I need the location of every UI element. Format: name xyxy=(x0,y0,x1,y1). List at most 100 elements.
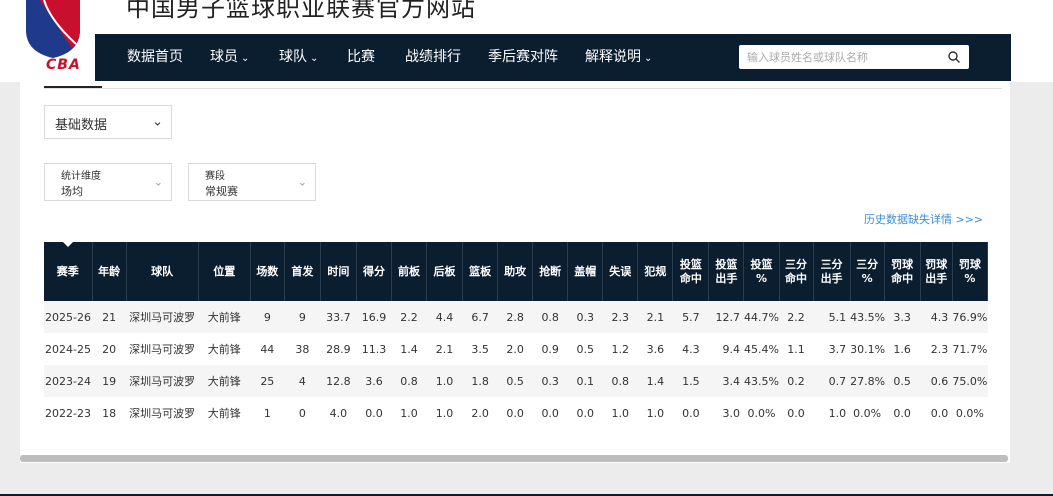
table-cell: 43.5% xyxy=(850,310,886,324)
data-type-select[interactable]: 基础数据 ⌄ xyxy=(44,105,172,139)
column-header[interactable]: 失误 xyxy=(602,242,639,301)
column-header[interactable]: 位置 xyxy=(198,242,251,301)
nav-label: 球员 xyxy=(210,49,238,65)
search-icon[interactable] xyxy=(947,50,961,64)
column-header[interactable]: 首发 xyxy=(284,242,321,301)
column-header[interactable]: 时间 xyxy=(320,242,357,301)
column-header-label: 篮板 xyxy=(469,264,492,278)
column-header[interactable]: 赛季 xyxy=(44,241,93,301)
history-data-link[interactable]: 历史数据缺失详情 >>> xyxy=(864,211,983,227)
table-row: 2024-25 20 深圳马可波罗 大前锋 44 38 28.9 11.3 1.4 2.1 3.5 2… xyxy=(44,333,988,365)
column-header[interactable]: 篮板 xyxy=(462,242,499,301)
table-cell: 0.0 xyxy=(506,406,524,420)
table-body: 2025-26 21 深圳马可波罗 大前锋 9 9 33.7 16.9 2.2 4.4 6.7 2.8… xyxy=(44,301,988,429)
column-header[interactable]: 投篮 命中 xyxy=(672,242,710,301)
table-row: 2023-24 19 深圳马可波罗 大前锋 25 4 12.8 3.6 0.8 1.0 1.8 0.5… xyxy=(44,365,988,397)
column-header-label: 罚球 xyxy=(958,257,981,271)
stage-select[interactable]: 赛段 常规赛 ⌄ xyxy=(188,163,316,201)
column-header[interactable]: 投篮% xyxy=(743,242,780,301)
column-header[interactable]: 球队 xyxy=(126,242,199,301)
column-header[interactable]: 三分% xyxy=(850,242,885,301)
table-cell: 0.1 xyxy=(576,374,594,388)
table-cell: 2.1 xyxy=(435,342,454,356)
column-header[interactable]: 后板 xyxy=(426,242,464,301)
table-cell: 深圳马可波罗 xyxy=(129,343,196,356)
nav-item-standings[interactable]: 战绩排行 xyxy=(405,34,461,81)
column-header[interactable]: 年龄 xyxy=(92,242,127,301)
nav-item-explanation[interactable]: 解释说明 ⌄ xyxy=(585,34,652,81)
nav-label: 比赛 xyxy=(347,49,375,65)
main-nav: 数据首页 球员 ⌄ 球队 ⌄ 比赛 战绩排行 季后赛对阵 解释说明 ⌄ xyxy=(95,34,1011,81)
column-header[interactable]: 罚球 命中 xyxy=(884,242,921,301)
column-header-label: % xyxy=(755,271,767,285)
column-header-label: 盖帽 xyxy=(574,264,597,278)
column-header[interactable]: 犯规 xyxy=(637,242,674,301)
column-header[interactable]: 助攻 xyxy=(497,242,534,301)
table-cell: 0.3 xyxy=(541,374,559,388)
nav-label: 数据首页 xyxy=(127,49,183,65)
table-cell: 1 xyxy=(263,406,271,420)
column-header-label: 前板 xyxy=(398,264,420,278)
table-cell: 11.3 xyxy=(361,342,387,356)
column-header-label: 抢断 xyxy=(539,264,562,278)
stats-table: 赛季 年龄 球队 位置 场数 首发 时间 得分 前板 后板 篮板 助攻 抢断 盖帽 失误 犯规 投篮 命中 投篮 出手… xyxy=(44,241,989,429)
column-header[interactable]: 盖帽 xyxy=(567,242,604,301)
column-header[interactable]: 三分 命中 xyxy=(779,242,814,301)
table-cell: 25 xyxy=(260,374,275,388)
column-header[interactable]: 罚球% xyxy=(952,242,989,301)
table-cell: 4 xyxy=(298,374,306,388)
nav-item-home[interactable]: 数据首页 xyxy=(127,34,183,81)
stats-panel: 基础数据 ⌄ 统计维度 场均 ⌄ 赛段 常规赛 ⌄ 历史数据缺失详情 >>> 赛… xyxy=(20,82,1010,463)
column-header-label: 罚球 xyxy=(891,257,914,271)
table-cell: 0.6 xyxy=(930,374,949,388)
active-tab-indicator xyxy=(44,86,102,88)
column-header[interactable]: 得分 xyxy=(356,242,392,301)
column-header-label: 赛季 xyxy=(56,264,79,278)
table-cell: 0.0 xyxy=(893,406,911,420)
table-cell: 76.9% xyxy=(952,310,988,324)
table-cell: 2.2 xyxy=(400,310,418,324)
table-cell: 2.0 xyxy=(506,342,524,356)
nav-item-games[interactable]: 比赛 xyxy=(347,34,375,81)
nav-label: 战绩排行 xyxy=(405,49,461,65)
table-cell: 0.7 xyxy=(828,374,847,388)
nav-item-players[interactable]: 球员 ⌄ xyxy=(210,34,249,81)
column-header-label: 三分 xyxy=(820,257,843,271)
column-header[interactable]: 投篮 出手 xyxy=(708,242,745,301)
column-header-label: 出手 xyxy=(925,271,948,285)
site-title: 中国男子篮球职业联赛官方网站 xyxy=(126,0,476,22)
chevron-down-icon: ⌄ xyxy=(241,53,250,64)
table-cell: 28.9 xyxy=(326,342,351,356)
nav-item-playoffs[interactable]: 季后赛对阵 xyxy=(488,34,558,81)
search-input[interactable] xyxy=(747,45,937,69)
column-header-label: % xyxy=(861,271,873,285)
nav-item-teams[interactable]: 球队 ⌄ xyxy=(279,34,318,81)
table-cell: 21 xyxy=(102,310,117,324)
table-cell: 1.0 xyxy=(828,406,847,420)
chevron-down-icon: ⌄ xyxy=(310,53,319,64)
table-row: 2022-23 18 深圳马可波罗 大前锋 1 0 4.0 0.0 1.0 1.0 2.0 0.0 0.… xyxy=(44,397,988,429)
column-header[interactable]: 抢断 xyxy=(532,242,569,301)
cba-logo[interactable]: CBA xyxy=(20,0,86,76)
table-cell: 1.5 xyxy=(682,374,700,388)
table-cell: 71.7% xyxy=(952,342,988,356)
table-cell: 2023-24 xyxy=(45,374,92,388)
nav-label: 球队 xyxy=(279,49,307,65)
stat-dimension-select[interactable]: 统计维度 场均 ⌄ xyxy=(44,163,172,201)
column-header[interactable]: 场数 xyxy=(250,242,285,301)
column-header[interactable]: 罚球 出手 xyxy=(920,242,953,301)
column-header-label: 三分 xyxy=(856,257,879,271)
table-cell: 0.0% xyxy=(853,406,882,420)
table-cell: 0.5 xyxy=(506,374,524,388)
table-cell: 44.7% xyxy=(744,310,779,324)
table-cell: 0.0 xyxy=(682,406,700,420)
table-cell: 45.4% xyxy=(744,342,779,356)
column-header[interactable]: 前板 xyxy=(391,242,428,301)
column-header-label: 出手 xyxy=(820,271,843,285)
table-cell: 1.1 xyxy=(787,342,805,356)
table-cell: 3.6 xyxy=(646,342,665,356)
nav-label: 解释说明 xyxy=(585,49,641,65)
column-header[interactable]: 三分 出手 xyxy=(813,242,851,301)
table-cell: 0.2 xyxy=(787,374,805,388)
horizontal-scrollbar[interactable] xyxy=(20,455,1008,462)
